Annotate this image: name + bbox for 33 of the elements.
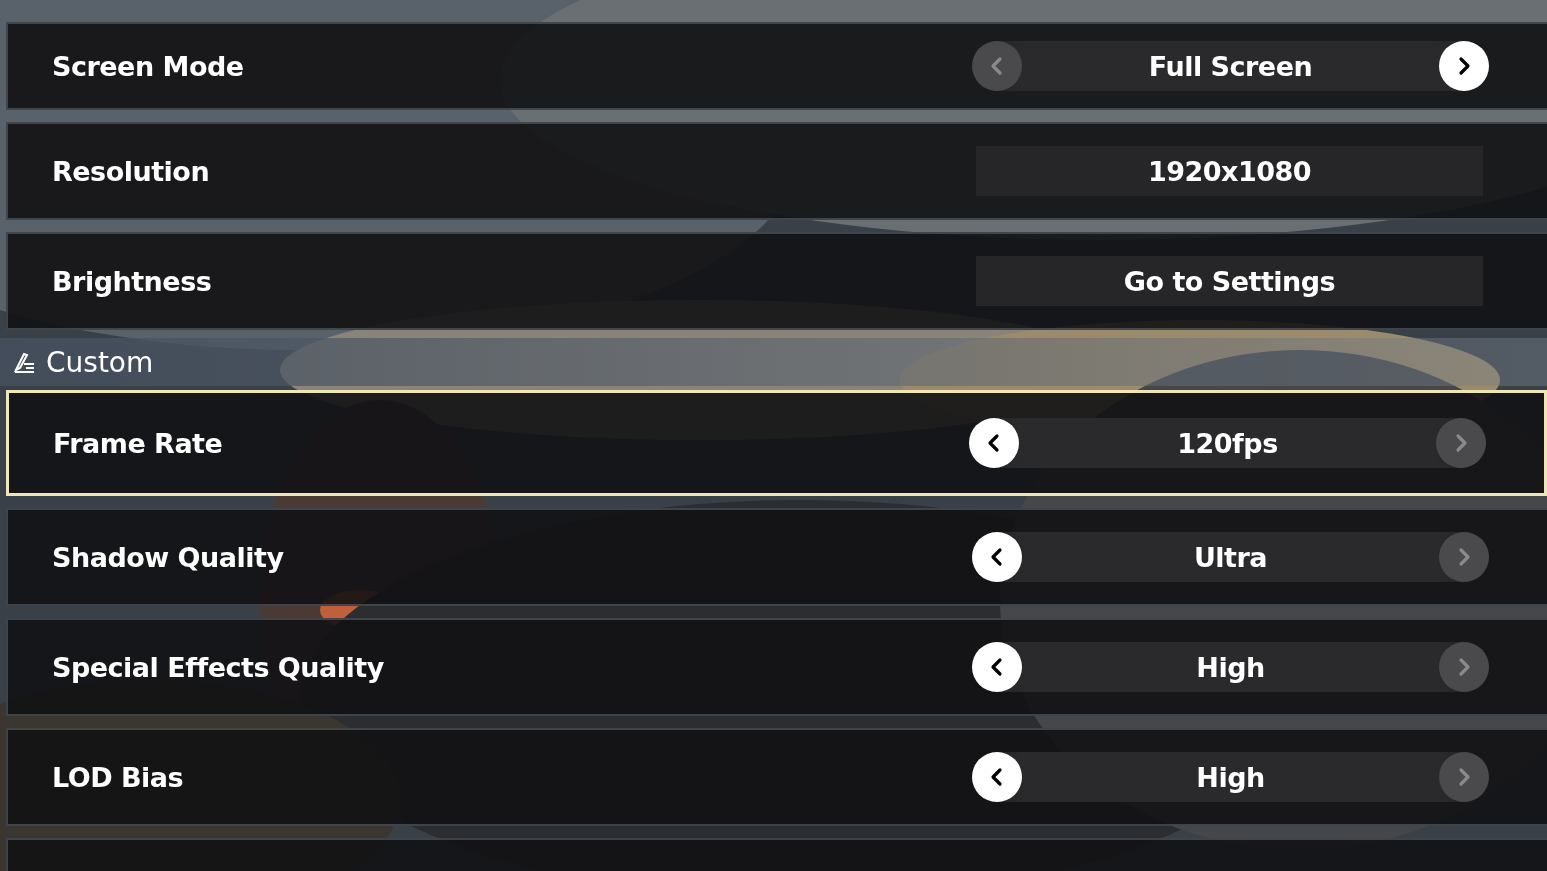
section-title: Custom	[46, 345, 154, 379]
option-value: Full Screen	[1147, 50, 1314, 82]
pen-lines-icon	[12, 350, 36, 374]
previous-button[interactable]	[972, 532, 1022, 582]
option-selector[interactable]: Full Screen	[972, 41, 1489, 91]
previous-button[interactable]	[969, 418, 1019, 468]
setting-row[interactable]: Shadow Quality Ultra	[6, 508, 1547, 606]
previous-button[interactable]	[972, 642, 1022, 692]
setting-row[interactable]: LOD Bias High	[6, 728, 1547, 826]
setting-row[interactable]: Screen Mode Full Screen	[6, 22, 1547, 110]
setting-label: Shadow Quality	[52, 541, 285, 573]
setting-row[interactable]: Frame Rate 120fps	[6, 390, 1547, 496]
option-value: High	[1195, 651, 1266, 683]
option-value: High	[1195, 761, 1266, 793]
previous-button[interactable]	[972, 752, 1022, 802]
next-button[interactable]	[1439, 41, 1489, 91]
option-selector[interactable]: Ultra	[972, 532, 1489, 582]
option-selector[interactable]: 120fps	[969, 418, 1486, 468]
option-selector[interactable]: High	[972, 642, 1489, 692]
setting-label: Resolution	[52, 155, 211, 187]
setting-label: Special Effects Quality	[52, 651, 385, 683]
setting-row[interactable]: Resolution 1920x1080	[6, 122, 1547, 220]
option-selector[interactable]: High	[972, 752, 1489, 802]
setting-label: Frame Rate	[53, 427, 224, 459]
option-value: Ultra	[1192, 541, 1269, 573]
option-value: 1920x1080	[1147, 155, 1312, 187]
setting-label: Brightness	[52, 265, 213, 297]
setting-row[interactable]: Brightness Go to Settings	[6, 232, 1547, 330]
setting-row[interactable]: Special Effects Quality High	[6, 618, 1547, 716]
option-value: 120fps	[1176, 427, 1279, 459]
settings-link-button[interactable]: Go to Settings	[976, 256, 1483, 306]
setting-label: Screen Mode	[52, 50, 245, 82]
setting-label: LOD Bias	[52, 761, 185, 793]
